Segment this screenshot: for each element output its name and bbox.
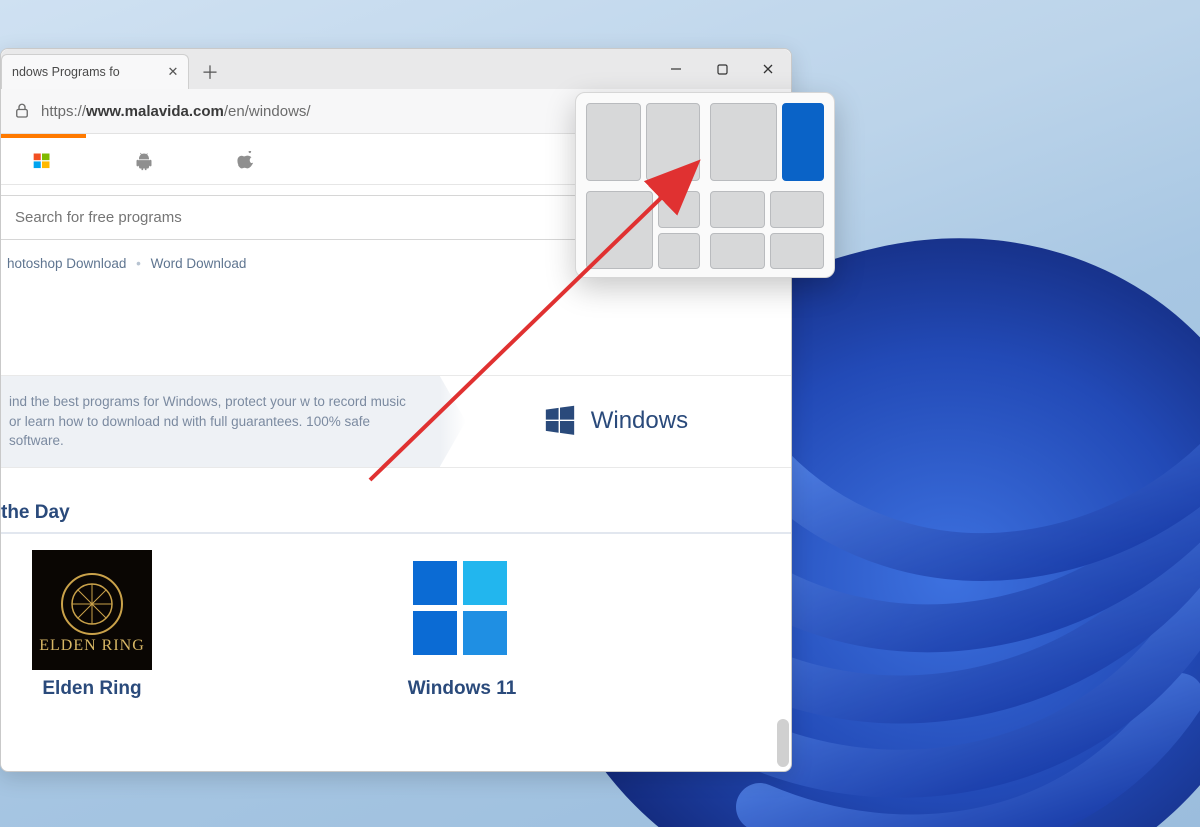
hero-blurb: ind the best programs for Windows, prote… [1, 376, 440, 467]
snap-layouts-flyout [575, 92, 835, 278]
snap-cell[interactable] [710, 233, 765, 270]
snap-cell[interactable] [710, 103, 777, 181]
vertical-scrollbar[interactable] [777, 719, 789, 767]
section-title: the Day [1, 502, 70, 523]
snap-layout-one-plus-two[interactable] [586, 191, 700, 269]
browser-tab[interactable]: ndows Programs fo ✕ [1, 54, 189, 89]
app-thumb-elden-ring: ELDEN RING [32, 550, 152, 670]
snap-cell[interactable] [586, 191, 653, 269]
hero-windows-text: Windows [591, 407, 688, 435]
snap-cell[interactable] [646, 103, 701, 181]
app-cards: ELDEN RING Elden Ring Windows 11 [1, 534, 791, 700]
snap-cell[interactable] [658, 191, 700, 228]
snap-cell[interactable] [770, 233, 825, 270]
apple-tab-icon[interactable] [235, 150, 257, 172]
quicklink-photoshop[interactable]: hotoshop Download [7, 256, 126, 271]
hero-banner: ind the best programs for Windows, prote… [1, 375, 791, 468]
url-host: www.malavida.com [86, 103, 224, 120]
hero-windows-label: Windows [440, 404, 791, 438]
separator-dot: • [136, 256, 141, 271]
url-path: /en/windows/ [224, 103, 311, 120]
close-window-button[interactable] [745, 49, 791, 89]
app-thumb-windows-11 [402, 550, 522, 670]
desktop: ndows Programs fo ✕ ＋ [0, 0, 1200, 827]
quicklink-word[interactable]: Word Download [151, 256, 247, 271]
windows-logo-icon [543, 404, 577, 438]
app-title: Windows 11 [377, 678, 547, 700]
tab-title: ndows Programs fo [12, 65, 164, 79]
windows-tab-icon[interactable] [31, 150, 53, 172]
app-title: Elden Ring [7, 678, 177, 700]
app-card-windows-11[interactable]: Windows 11 [377, 550, 547, 700]
minimize-button[interactable] [653, 49, 699, 89]
android-tab-icon[interactable] [133, 150, 155, 172]
section-of-the-day: the Day [1, 494, 791, 534]
lock-icon[interactable] [13, 102, 31, 120]
snap-cell-selected[interactable] [782, 103, 824, 181]
titlebar: ndows Programs fo ✕ ＋ [1, 49, 791, 89]
maximize-button[interactable] [699, 49, 745, 89]
snap-layout-half-half[interactable] [586, 103, 700, 181]
window-controls [653, 49, 791, 89]
snap-layout-quad[interactable] [710, 191, 824, 269]
app-card-elden-ring[interactable]: ELDEN RING Elden Ring [7, 550, 177, 700]
svg-text:ELDEN RING: ELDEN RING [39, 637, 145, 654]
snap-cell[interactable] [710, 191, 765, 228]
snap-cell[interactable] [586, 103, 641, 181]
tab-close-icon[interactable]: ✕ [164, 63, 182, 81]
snap-cell[interactable] [658, 233, 700, 270]
new-tab-button[interactable]: ＋ [195, 57, 225, 87]
snap-cell[interactable] [770, 191, 825, 228]
snap-layout-two-thirds[interactable] [710, 103, 824, 181]
